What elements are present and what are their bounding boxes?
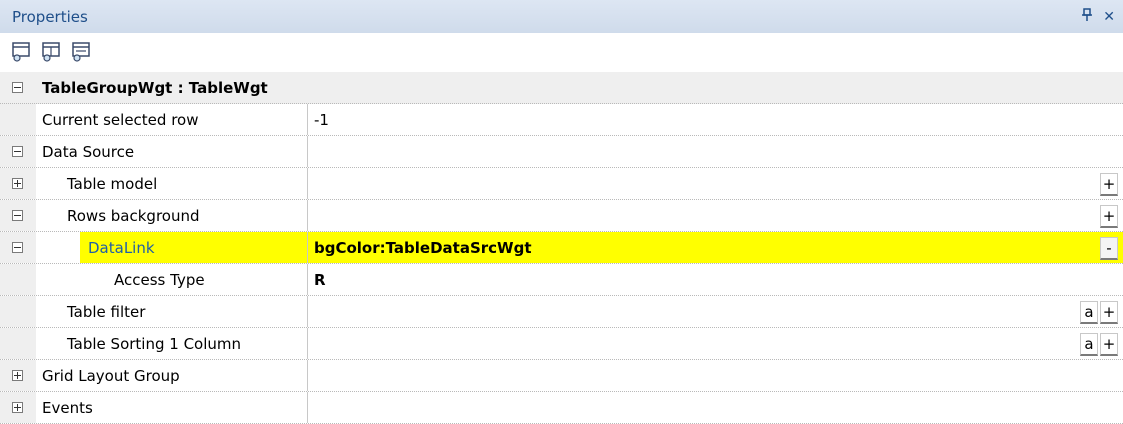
- property-value[interactable]: [307, 200, 1123, 231]
- add-button[interactable]: +: [1100, 333, 1118, 356]
- property-row-table-filter[interactable]: Table filter a +: [0, 296, 1123, 328]
- collapse-icon[interactable]: [12, 242, 23, 253]
- property-value[interactable]: [307, 168, 1123, 199]
- close-icon[interactable]: ✕: [1103, 10, 1115, 24]
- alias-button[interactable]: a: [1080, 301, 1098, 324]
- property-name: Access Type: [36, 264, 205, 295]
- add-button[interactable]: +: [1100, 301, 1118, 324]
- edit-property-icon[interactable]: [70, 40, 94, 64]
- property-name: Table Sorting 1 Column: [36, 328, 242, 359]
- property-value: [307, 360, 1123, 391]
- property-name: Table model: [36, 168, 158, 199]
- collapse-icon[interactable]: [12, 210, 23, 221]
- properties-titlebar: Properties ✕: [0, 0, 1123, 33]
- property-value[interactable]: bgColor:TableDataSrcWgt: [307, 232, 1123, 263]
- alias-button[interactable]: a: [1080, 333, 1098, 356]
- property-value[interactable]: [307, 296, 1123, 327]
- property-value[interactable]: [307, 328, 1123, 359]
- property-name: Grid Layout Group: [36, 360, 180, 391]
- add-button[interactable]: +: [1100, 173, 1118, 196]
- property-name: Data Source: [36, 136, 135, 167]
- property-name: Table filter: [36, 296, 146, 327]
- add-button[interactable]: +: [1100, 205, 1118, 228]
- property-row-rows-background[interactable]: Rows background +: [0, 200, 1123, 232]
- property-grid: TableGroupWgt : TableWgt Current selecte…: [0, 72, 1123, 424]
- property-value: [307, 136, 1123, 167]
- panel-title: Properties: [12, 7, 88, 26]
- property-row-table-sorting[interactable]: Table Sorting 1 Column a +: [0, 328, 1123, 360]
- properties-view-icon[interactable]: [10, 40, 34, 64]
- property-row-datalink[interactable]: DataLink bgColor:TableDataSrcWgt -: [0, 232, 1123, 264]
- property-row-data-source[interactable]: Data Source: [0, 136, 1123, 168]
- expand-icon[interactable]: [12, 178, 23, 189]
- property-row-access-type[interactable]: Access Type R: [0, 264, 1123, 296]
- property-value: [307, 392, 1123, 423]
- table-group-header-row[interactable]: TableGroupWgt : TableWgt: [0, 72, 1123, 104]
- collapse-icon[interactable]: [12, 146, 23, 157]
- property-name: Current selected row: [36, 104, 199, 135]
- expand-icon[interactable]: [12, 402, 23, 413]
- header-label: TableGroupWgt : TableWgt: [36, 72, 268, 103]
- property-row-events[interactable]: Events: [0, 392, 1123, 424]
- add-property-icon[interactable]: [40, 40, 64, 64]
- pin-icon[interactable]: [1081, 8, 1093, 25]
- property-value[interactable]: R: [307, 264, 1123, 295]
- property-value[interactable]: -1: [307, 104, 1123, 135]
- titlebar-buttons: ✕: [1081, 8, 1115, 25]
- property-row-grid-layout-group[interactable]: Grid Layout Group: [0, 360, 1123, 392]
- property-row-current-selected-row[interactable]: Current selected row -1: [0, 104, 1123, 136]
- property-name: Events: [36, 392, 93, 423]
- collapse-icon[interactable]: [12, 82, 23, 93]
- property-name: DataLink: [80, 232, 307, 263]
- expand-icon[interactable]: [12, 370, 23, 381]
- property-row-table-model[interactable]: Table model +: [0, 168, 1123, 200]
- remove-button[interactable]: -: [1100, 237, 1118, 260]
- property-name: Rows background: [36, 200, 200, 231]
- properties-toolbar: [0, 33, 1123, 70]
